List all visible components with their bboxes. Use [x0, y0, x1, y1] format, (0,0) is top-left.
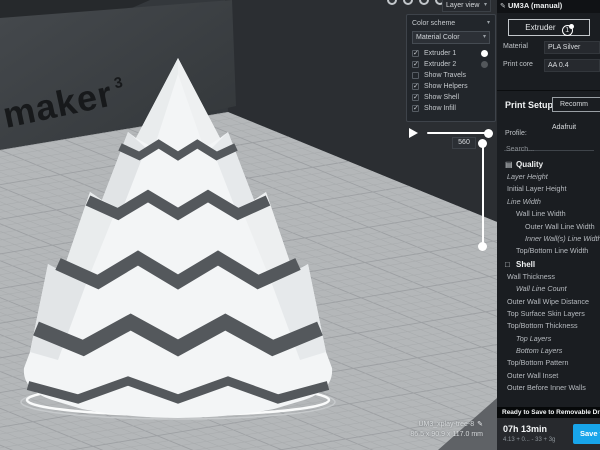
category-shell[interactable]: □Shell — [497, 258, 600, 271]
settings-list: ▤QualityLayer HeightInitial Layer Height… — [497, 158, 600, 404]
cura-window: maker3 — [0, 0, 600, 450]
layer-slider-track[interactable] — [482, 143, 484, 246]
chevron-down-icon: ▾ — [487, 19, 490, 28]
checkbox[interactable]: ✓ — [412, 83, 419, 90]
play-button[interactable] — [409, 128, 418, 138]
checkbox[interactable]: ✓ — [412, 61, 419, 68]
simulation-slider-track[interactable] — [427, 132, 489, 134]
sidebar: ✎ UM3A (manual) Extruder 1 Material PLA … — [497, 0, 600, 450]
view-options-panel: Color scheme ▾ Material Color ▾ ✓ Extrude… — [406, 14, 496, 122]
search-input[interactable] — [504, 144, 594, 156]
print-setup-title: Print Setup — [505, 100, 553, 110]
material-estimate: 4.13 + 0... - 33 + 3g — [503, 437, 555, 443]
print-core-row: Print core AA 0.4 — [503, 59, 600, 72]
profile-row: Profile: Adafruit — [505, 122, 600, 134]
view-option-label: Show Helpers — [424, 83, 468, 90]
setting-outer-wall-line-width[interactable]: Outer Wall Line Width — [497, 221, 600, 233]
profile-select[interactable]: Adafruit — [552, 122, 600, 134]
view-mode-select[interactable]: Layer view ▾ — [442, 0, 491, 12]
color-scheme-select[interactable]: Material Color ▾ — [412, 31, 490, 44]
setting-top-bottom-line-width[interactable]: Top/Bottom Line Width — [497, 245, 600, 257]
print-core-label: Print core — [503, 61, 533, 68]
view-mode-label: Layer view — [446, 2, 479, 9]
view-option-label: Show Travels — [424, 72, 466, 79]
view-option-extruder-2[interactable]: ✓ Extruder 2 — [412, 59, 490, 70]
machine-header[interactable]: ✎ UM3A (manual) — [497, 0, 600, 13]
shell-icon: □ — [505, 258, 516, 271]
toolbar-icon-1[interactable] — [387, 0, 397, 5]
model-dimensions: 86.5 x 90.9 x 117.0 mm — [410, 430, 483, 440]
setting-top-bottom-pattern[interactable]: Top/Bottom Pattern — [497, 357, 600, 369]
checkbox[interactable]: ✓ — [412, 50, 419, 57]
checkbox[interactable]: ✓ — [412, 94, 419, 101]
category-label: Shell — [516, 260, 535, 269]
setting-top-surface-skin-layers[interactable]: Top Surface Skin Layers — [497, 308, 600, 320]
extruder-color-swatch — [481, 50, 488, 57]
simulation-slider-handle[interactable] — [484, 129, 493, 138]
recommended-mode-button[interactable]: Recomm — [552, 97, 600, 112]
view-option-show-shell[interactable]: ✓ Show Shell — [412, 92, 490, 103]
setting-bottom-layers[interactable]: Bottom Layers — [497, 345, 600, 357]
model-info: UM3_xplay-tree-8✎ 86.5 x 90.9 x 117.0 mm — [410, 420, 483, 440]
edit-icon: ✎ — [500, 1, 506, 13]
view-option-label: Show Shell — [424, 94, 459, 101]
chevron-down-icon: ▾ — [484, 0, 487, 11]
search-box — [504, 138, 594, 151]
color-scheme-label: Color scheme ▾ — [412, 19, 490, 28]
setting-outer-wall-inset[interactable]: Outer Wall Inset — [497, 370, 600, 382]
save-button[interactable]: Save to — [573, 424, 600, 444]
material-select[interactable]: PLA Silver — [544, 41, 600, 54]
tree-silhouette — [24, 58, 332, 418]
extruder-tab[interactable]: Extruder 1 — [508, 19, 590, 36]
toolbar-icon-2[interactable] — [403, 0, 413, 5]
model-edit-icon[interactable]: ✎ — [477, 421, 483, 428]
status-message: Ready to Save to Removable Drive — [497, 407, 600, 418]
setting-inner-wall-s-line-width[interactable]: Inner Wall(s) Line Width — [497, 233, 600, 245]
model-tree[interactable] — [18, 52, 348, 422]
view-option-show-infill[interactable]: ✓ Show Infill — [412, 103, 490, 114]
viewport-3d[interactable]: maker3 — [0, 0, 497, 450]
extruder-color-swatch — [481, 61, 488, 68]
view-option-show-travels[interactable]: Show Travels — [412, 70, 490, 81]
quality-icon: ▤ — [505, 158, 516, 171]
setting-layer-height[interactable]: Layer Height — [497, 171, 600, 183]
view-option-label: Extruder 1 — [424, 50, 456, 57]
model-name: UM3_xplay-tree-8 — [418, 421, 474, 428]
color-scheme-value: Material Color — [416, 34, 460, 41]
toolbar-icon-3[interactable] — [419, 0, 429, 5]
setting-initial-layer-height[interactable]: Initial Layer Height — [497, 183, 600, 195]
layer-slider-handle-top[interactable] — [478, 139, 487, 148]
view-option-show-helpers[interactable]: ✓ Show Helpers — [412, 81, 490, 92]
setting-outer-wall-wipe-distance[interactable]: Outer Wall Wipe Distance — [497, 296, 600, 308]
material-label: Material — [503, 43, 528, 50]
checkbox[interactable] — [412, 72, 419, 79]
setting-outer-before-inner-walls[interactable]: Outer Before Inner Walls — [497, 382, 600, 394]
setting-wall-line-count[interactable]: Wall Line Count — [497, 283, 600, 295]
material-row: Material PLA Silver — [503, 41, 600, 54]
view-option-label: Show Infill — [424, 105, 456, 112]
view-options-list: ✓ Extruder 1 ✓ Extruder 2 Show Travels ✓ Show … — [412, 48, 490, 114]
layer-number-value: 560 — [452, 137, 476, 149]
view-option-label: Extruder 2 — [424, 61, 456, 68]
chevron-down-icon: ▾ — [483, 32, 486, 43]
category-quality[interactable]: ▤Quality — [497, 158, 600, 171]
category-label: Quality — [516, 160, 543, 169]
machine-name: UM3A (manual) — [508, 1, 562, 10]
setting-wall-thickness[interactable]: Wall Thickness — [497, 271, 600, 283]
print-core-select[interactable]: AA 0.4 — [544, 59, 600, 72]
checkbox[interactable]: ✓ — [412, 105, 419, 112]
divider — [497, 90, 600, 91]
extruder-number-badge: 1 — [562, 25, 573, 36]
print-time: 07h 13min — [503, 424, 547, 434]
setting-wall-line-width[interactable]: Wall Line Width — [497, 208, 600, 220]
material-color-dot — [569, 24, 574, 29]
extruder-tab-label: Extruder — [525, 23, 555, 32]
layer-slider-handle-bottom[interactable] — [478, 242, 487, 251]
setting-top-bottom-thickness[interactable]: Top/Bottom Thickness — [497, 320, 600, 332]
profile-label: Profile: — [505, 130, 527, 137]
view-option-extruder-1[interactable]: ✓ Extruder 1 — [412, 48, 490, 59]
setting-line-width[interactable]: Line Width — [497, 196, 600, 208]
setting-top-layers[interactable]: Top Layers — [497, 333, 600, 345]
output-bar: 07h 13min 4.13 + 0... - 33 + 3g Save to — [497, 418, 600, 450]
